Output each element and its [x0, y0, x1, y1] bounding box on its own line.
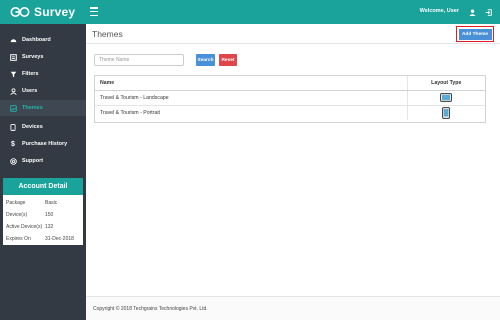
devices-icon [9, 123, 17, 131]
layout-type-cell [406, 105, 485, 120]
sidebar-item-label: Dashboard [22, 37, 51, 43]
account-row: Device(s) 150 [3, 209, 83, 221]
top-bar: Survey Welcome, User [0, 0, 500, 24]
account-row-key: Package [6, 200, 26, 206]
sidebar-item-label: Users [22, 88, 38, 94]
sidebar-item-label: Filters [22, 71, 39, 77]
account-row: Package Basic [3, 197, 83, 209]
sidebar-item-surveys[interactable]: Surveys [0, 49, 86, 65]
filter-icon [9, 70, 17, 78]
sidebar-item-label: Support [22, 158, 44, 164]
sidebar-item-label: Themes [22, 105, 43, 111]
user-icon[interactable] [466, 5, 479, 19]
sidebar-item-filters[interactable]: Filters [0, 66, 86, 82]
table-row[interactable]: Travel & Tourism - Landscape [95, 90, 485, 106]
themes-table: Name Layout Type Travel & Tourism - Land… [94, 75, 486, 123]
portrait-icon[interactable] [442, 106, 451, 119]
account-row: Expires On 31-Dec-2018 [3, 233, 83, 245]
surveys-icon [9, 53, 17, 61]
support-icon [9, 157, 17, 165]
layout-type-cell [406, 90, 485, 106]
sidebar-item-users[interactable]: Users [0, 83, 86, 99]
title-bar: Themes Add Theme [86, 24, 500, 44]
table-header-row: Name Layout Type [95, 76, 485, 91]
add-theme-button[interactable]: Add Theme [458, 28, 492, 40]
sidebar: Dashboard Surveys Filters Users Themes D… [0, 24, 86, 320]
table-row[interactable]: Travel & Tourism - Portrait [95, 105, 485, 120]
menu-toggle-icon[interactable] [90, 7, 98, 16]
sidebar-item-purchase-history[interactable]: $ Purchase History [0, 136, 86, 152]
account-row-key: Active Device(s) [6, 224, 43, 230]
reset-button[interactable]: Reset [219, 54, 237, 66]
account-row-key: Expires On [6, 236, 31, 242]
account-detail-title: Account Detail [3, 178, 83, 195]
users-icon [9, 87, 17, 95]
main-content: Themes Add Theme Search Reset Name Layou… [86, 24, 500, 320]
brand-name: Survey [34, 5, 76, 19]
footer: Copyright © 2018 Techgrains Technologies… [86, 296, 500, 320]
copyright-text: Copyright © 2018 Techgrains Technologies… [93, 306, 208, 312]
themes-icon [9, 104, 17, 112]
theme-name-search-input[interactable] [94, 54, 184, 66]
account-row-value: 150 [45, 212, 54, 218]
sidebar-item-label: Surveys [22, 54, 44, 60]
account-row-value: 132 [45, 224, 54, 230]
account-row-value: 31-Dec-2018 [45, 236, 74, 242]
search-button[interactable]: Search [196, 54, 215, 66]
dashboard-icon [9, 36, 17, 44]
sidebar-item-devices[interactable]: Devices [0, 119, 86, 135]
theme-name-cell: Travel & Tourism - Landscape [95, 90, 407, 106]
sidebar-item-dashboard[interactable]: Dashboard [0, 32, 86, 48]
account-row-key: Device(s) [6, 212, 28, 218]
sidebar-item-label: Devices [22, 124, 43, 130]
sidebar-item-themes[interactable]: Themes [0, 100, 86, 116]
sidebar-item-label: Purchase History [22, 141, 68, 147]
landscape-icon[interactable] [440, 93, 453, 102]
page-title: Themes [92, 29, 123, 39]
theme-name-cell: Travel & Tourism - Portrait [100, 109, 160, 116]
account-detail-panel: Account Detail Package Basic Device(s) 1… [3, 178, 83, 245]
sidebar-item-support[interactable]: Support [0, 153, 86, 169]
account-row: Active Device(s) 132 [3, 221, 83, 233]
logo-icon [10, 7, 30, 17]
column-header-layout-type: Layout Type [406, 76, 485, 91]
column-header-name: Name [95, 76, 407, 91]
brand[interactable]: Survey [0, 0, 86, 24]
welcome-text: Welcome, User [419, 8, 459, 14]
account-row-value: Basic [45, 200, 58, 206]
add-theme-highlight: Add Theme [456, 26, 494, 42]
logout-icon[interactable] [482, 5, 495, 19]
dollar-icon: $ [11, 140, 15, 148]
